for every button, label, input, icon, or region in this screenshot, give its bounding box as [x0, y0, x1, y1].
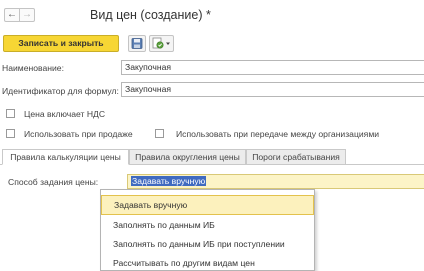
- dropdown-option-manual[interactable]: Задавать вручную: [101, 195, 314, 215]
- arrow-right-icon: →: [22, 9, 32, 20]
- save-button[interactable]: [128, 35, 146, 52]
- page-title: Вид цен (создание) *: [90, 8, 211, 22]
- use-transfer-label: Использовать при передаче между организа…: [176, 129, 380, 139]
- name-label: Наименование:: [2, 63, 64, 73]
- use-transfer-checkbox[interactable]: [155, 129, 164, 138]
- use-sale-checkbox[interactable]: [6, 129, 15, 138]
- pricing-method-value: Задавать вручную: [131, 176, 207, 186]
- dropdown-option-other-price-types[interactable]: Рассчитывать по другим видам цен: [101, 253, 314, 271]
- vat-checkbox-label: Цена включает НДС: [24, 109, 106, 119]
- pricing-method-label: Способ задания цены:: [8, 177, 99, 187]
- back-button[interactable]: ←: [4, 8, 20, 22]
- formula-id-label: Идентификатор для формул:: [2, 86, 119, 96]
- arrow-left-icon: ←: [7, 9, 17, 20]
- vat-checkbox[interactable]: [6, 109, 15, 118]
- formula-id-field[interactable]: Закупочная: [121, 82, 424, 97]
- dropdown-option-infobase[interactable]: Заполнять по данным ИБ: [101, 215, 314, 235]
- pricing-method-dropdown: Задавать вручную Заполнять по данным ИБ …: [100, 189, 315, 271]
- tab-thresholds[interactable]: Пороги срабатывания: [246, 149, 346, 165]
- tab-calculation-rules[interactable]: Правила калькуляции цены: [2, 149, 129, 165]
- name-field[interactable]: Закупочная: [121, 60, 424, 75]
- dropdown-option-infobase-receipt[interactable]: Заполнять по данным ИБ при поступлении: [101, 234, 314, 254]
- floppy-disk-icon: [131, 38, 143, 49]
- generate-dropdown-icon: [152, 37, 170, 49]
- tab-rounding-rules[interactable]: Правила округления цены: [129, 149, 246, 165]
- forward-button[interactable]: →: [19, 8, 35, 22]
- use-sale-label: Использовать при продаже: [24, 129, 133, 139]
- generate-menu-button[interactable]: [149, 35, 174, 52]
- save-and-close-button[interactable]: Записать и закрыть: [3, 35, 119, 52]
- pricing-method-select[interactable]: Задавать вручную: [127, 174, 424, 189]
